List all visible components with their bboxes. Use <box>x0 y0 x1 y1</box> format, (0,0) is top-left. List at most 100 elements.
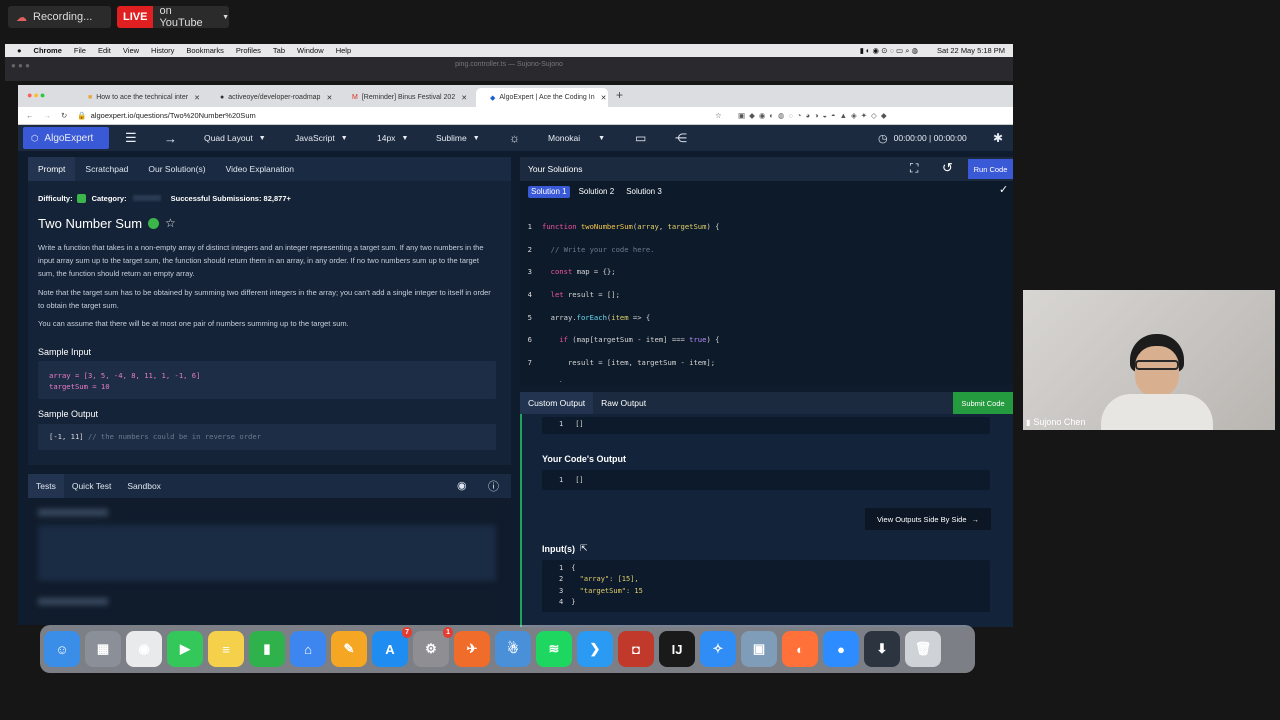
view-side-by-side-button[interactable]: View Outputs Side By Side → <box>865 508 991 530</box>
timer[interactable]: ◷ 00:00:00 | 00:00:00 <box>878 125 967 151</box>
tab-sandbox[interactable]: Sandbox <box>119 474 169 498</box>
url-field[interactable]: algoexpert.io/questions/Two%20Number%20S… <box>91 111 256 120</box>
extension-icons[interactable]: ▣◆◉◐◍◌◔◕◑◒◓▲◈✦◇◆ <box>738 111 891 120</box>
theme-select[interactable]: Monokai ▼ <box>548 125 605 151</box>
signal-bars-icon: ▮ <box>1026 417 1031 427</box>
language-select[interactable]: JavaScript ▼ <box>295 125 348 151</box>
new-tab-button[interactable]: + <box>616 88 623 102</box>
apple-icon[interactable]: ● <box>17 46 22 55</box>
run-code-button[interactable]: Run Code <box>968 159 1013 179</box>
forward-icon[interactable]: → <box>44 111 52 120</box>
tab-binus-reminder[interactable]: M [Reminder] Binus Festival 202 ✕ <box>338 88 472 107</box>
live-indicator[interactable]: LIVE on YouTube ▼ <box>117 5 229 29</box>
bug-icon[interactable]: ✱ <box>993 125 1003 151</box>
solutions-title: Your Solutions <box>528 164 583 174</box>
finder-icon[interactable]: ☺ <box>44 631 80 667</box>
keynote-icon[interactable]: ⌂ <box>290 631 326 667</box>
close-icon[interactable]: ✕ <box>601 94 607 102</box>
tab-prompt[interactable]: Prompt <box>28 157 76 181</box>
intellij-icon[interactable]: IJ <box>659 631 695 667</box>
tab-solution-1[interactable]: Solution 1 <box>528 186 570 198</box>
fullscreen-icon[interactable]: ⛶ <box>910 161 918 176</box>
notes-icon[interactable]: ≡ <box>208 631 244 667</box>
menu-profiles[interactable]: Profiles <box>236 46 261 55</box>
your-output-value: [] <box>575 476 584 484</box>
tab-our-solutions[interactable]: Our Solution(s) <box>138 157 215 181</box>
menu-history[interactable]: History <box>151 46 174 55</box>
info-icon[interactable]: ⓘ <box>488 478 499 494</box>
tab-raw-output[interactable]: Raw Output <box>593 392 654 414</box>
photobooth-icon[interactable]: ◘ <box>618 631 654 667</box>
arrow-right-icon: → <box>971 514 980 524</box>
tab-ace-technical[interactable]: ■ How to ace the technical inter ✕ <box>74 88 202 107</box>
close-icon[interactable]: ✕ <box>326 94 332 102</box>
font-size-select[interactable]: 14px ▼ <box>377 125 408 151</box>
question-title: Two Number Sum <box>38 215 143 231</box>
trash-icon[interactable]: 🗑 <box>905 631 941 667</box>
share-icon[interactable]: ⋲ <box>675 125 687 151</box>
brand-logo[interactable]: ⬡ AlgoExpert <box>23 127 109 149</box>
safari-icon[interactable]: ✧ <box>700 631 736 667</box>
appstore-icon[interactable]: A7 <box>372 627 412 667</box>
tab-quick-test[interactable]: Quick Test <box>64 474 120 498</box>
code-editor[interactable]: 1 function twoNumberSum(array, targetSum)… <box>520 210 1010 382</box>
recording-indicator[interactable]: ☁ Recording... <box>8 6 111 28</box>
eye-icon[interactable]: ◉ <box>457 479 467 492</box>
submit-code-button[interactable]: Submit Code <box>953 392 1013 414</box>
numbers-icon[interactable]: ▮ <box>249 631 285 667</box>
downloads-icon[interactable]: ⬇ <box>864 631 900 667</box>
preview-icon[interactable]: ▣ <box>741 631 777 667</box>
mac-menubar: ● Chrome File Edit View History Bookmark… <box>5 44 1013 57</box>
chevron-down-icon: ▼ <box>222 13 229 21</box>
difficulty-badge <box>76 193 86 203</box>
menu-bookmarks[interactable]: Bookmarks <box>186 46 224 55</box>
monitor-icon[interactable]: ▭ <box>635 125 646 151</box>
inputs-box: 1{ 2 "array": [15], 3 "targetSum": 15 4} <box>542 560 990 612</box>
sun-icon[interactable]: ☼ <box>509 125 520 151</box>
zoom-icon[interactable]: ● <box>823 631 859 667</box>
reset-icon[interactable]: ↺ <box>942 160 953 176</box>
spotify-icon[interactable]: ≋ <box>536 631 572 667</box>
tab-tests[interactable]: Tests <box>28 474 64 498</box>
vscode-icon[interactable]: ❯ <box>577 631 613 667</box>
reload-icon[interactable]: ↻ <box>61 111 67 120</box>
list-icon[interactable]: ☰ <box>125 125 137 151</box>
star-icon[interactable]: ☆ <box>715 111 722 120</box>
tab-developer-roadmap[interactable]: ● activeoye/developer-roadmap ✕ <box>206 88 334 107</box>
mac-dock: ☺ ▦ ◉ ▶ ≡ ▮ ⌂ ✎ A 7 ⚙ 1 ✈ ☃ ≋ ❯ ◘ IJ ✧ ▣ ◐ ● ⬇ 🗑 <box>40 625 975 673</box>
launchpad-icon[interactable]: ▦ <box>85 631 121 667</box>
menu-view[interactable]: View <box>123 46 139 55</box>
tab-scratchpad[interactable]: Scratchpad <box>75 157 138 181</box>
tab-solution-3[interactable]: Solution 3 <box>623 186 665 198</box>
arrow-right-icon[interactable]: → <box>164 125 177 151</box>
postman-icon[interactable]: ✈ <box>454 631 490 667</box>
chrome-icon[interactable]: ◉ <box>126 631 162 667</box>
sketch-icon[interactable]: ✎ <box>331 631 367 667</box>
address-bar-row: ← → ↻ 🔒 algoexpert.io/questions/Two%20Nu… <box>18 107 1013 125</box>
line-number: 1 <box>559 476 564 484</box>
menu-window[interactable]: Window <box>297 46 324 55</box>
menu-file[interactable]: File <box>74 46 86 55</box>
firefox-icon[interactable]: ◐ <box>782 631 818 667</box>
facetime-icon[interactable]: ▶ <box>167 631 203 667</box>
menu-edit[interactable]: Edit <box>98 46 111 55</box>
close-icon[interactable]: ✕ <box>461 94 467 102</box>
sequel-icon[interactable]: ☃ <box>495 631 531 667</box>
tab-algoexpert[interactable]: ◆ AlgoExpert | Ace the Coding In ✕ <box>476 88 608 107</box>
tab-video-explanation[interactable]: Video Explanation <box>216 157 304 181</box>
back-icon[interactable]: ← <box>26 111 34 120</box>
menu-tab[interactable]: Tab <box>273 46 285 55</box>
star-icon[interactable]: ☆ <box>165 216 176 230</box>
tab-custom-output[interactable]: Custom Output <box>520 392 594 414</box>
external-link-icon[interactable]: ⇱ <box>580 543 588 554</box>
menu-chrome[interactable]: Chrome <box>34 46 62 55</box>
menu-help[interactable]: Help <box>336 46 351 55</box>
language-label: JavaScript <box>295 133 335 143</box>
side-by-side-label: View Outputs Side By Side <box>877 514 967 524</box>
settings-icon[interactable]: ⚙ 1 <box>413 627 453 667</box>
close-icon[interactable]: ✕ <box>194 94 200 102</box>
tab-solution-2[interactable]: Solution 2 <box>576 186 618 198</box>
layout-select[interactable]: Quad Layout ▼ <box>204 125 266 151</box>
traffic-lights-icon[interactable]: ●●● <box>27 90 46 100</box>
keymap-select[interactable]: Sublime ▼ <box>436 125 480 151</box>
